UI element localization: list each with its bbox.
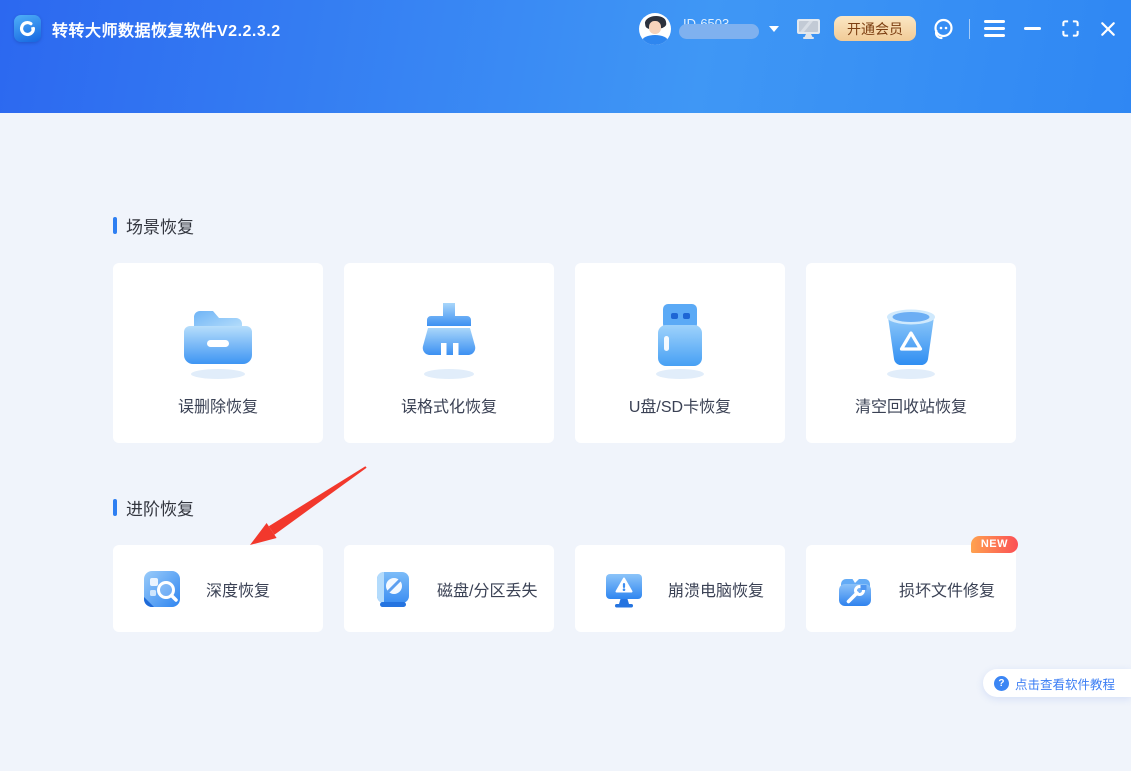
disk-lost-icon <box>377 571 409 607</box>
card-label: 误格式化恢复 <box>400 399 497 416</box>
card-disk-partition-lost[interactable]: 磁盘/分区丢失 <box>344 545 554 632</box>
card-format-recovery[interactable]: 误格式化恢复 <box>344 263 554 443</box>
card-damaged-file-repair[interactable]: NEW 损坏文件修复 <box>806 536 1018 632</box>
file-repair-icon <box>839 578 871 606</box>
app-title: 转转大师数据恢复软件V2.2.3.2 <box>52 22 281 40</box>
card-deleted-recovery[interactable]: 误删除恢复 <box>113 263 323 443</box>
avatar[interactable] <box>639 12 671 45</box>
section-title-text: 场景恢复 <box>126 218 194 237</box>
tutorial-link[interactable]: ? 点击查看软件教程 <box>982 669 1131 697</box>
card-label: 损坏文件修复 <box>899 582 996 600</box>
app-logo-icon <box>14 15 41 42</box>
card-usb-sd-recovery[interactable]: U盘/SD卡恢复 <box>575 263 785 443</box>
card-label: 磁盘/分区丢失 <box>437 582 538 600</box>
advanced-card-row: 深度恢复 磁盘/分区丢失 崩溃电脑恢复 NEW 损坏文件修复 <box>113 536 1018 632</box>
section-accent-bar <box>113 499 117 516</box>
vip-button[interactable]: 开通会员 <box>834 16 916 41</box>
card-label: 误删除恢复 <box>177 399 258 416</box>
scenario-card-row: 误删除恢复 误格式化恢复 U盘/SD卡恢复 清空回收站恢复 <box>113 263 1016 443</box>
crashed-pc-icon <box>606 573 642 607</box>
usb-drive-icon <box>656 304 704 379</box>
id-blur-mask <box>679 23 759 39</box>
minimize-icon[interactable] <box>1024 27 1041 30</box>
question-circle-icon: ? <box>993 675 1009 691</box>
card-crashed-pc-recovery[interactable]: 崩溃电脑恢复 <box>575 545 785 632</box>
new-badge: NEW <box>970 536 1018 553</box>
card-label: 清空回收站恢复 <box>854 399 967 416</box>
headset-support-icon[interactable] <box>931 17 955 41</box>
dropdown-caret-icon[interactable] <box>769 25 779 32</box>
close-icon[interactable] <box>1099 20 1117 38</box>
main-content: 场景恢复 误删除恢复 误格式化恢复 U盘/SD卡恢复 清空回收站恢复 进阶恢复 … <box>113 113 1018 632</box>
folder-icon <box>184 311 252 379</box>
recycle-bin-icon <box>887 309 935 379</box>
card-label: U盘/SD卡恢复 <box>628 399 732 416</box>
section-accent-bar <box>113 217 117 234</box>
card-recycle-bin-recovery[interactable]: 清空回收站恢复 <box>806 263 1016 443</box>
hamburger-menu-icon[interactable] <box>984 20 1005 37</box>
deep-scan-icon <box>144 570 180 607</box>
header-bar: 转转大师数据恢复软件V2.2.3.2 ID-6503 开通会员 <box>0 0 1131 113</box>
monitor-icon[interactable] <box>796 17 821 40</box>
card-label: 深度恢复 <box>206 582 271 600</box>
card-deep-recovery[interactable]: 深度恢复 <box>113 545 323 632</box>
user-id-redacted: ID-6503 <box>679 16 761 39</box>
tutorial-label: 点击查看软件教程 <box>1014 677 1115 692</box>
titlebar: 转转大师数据恢复软件V2.2.3.2 ID-6503 开通会员 <box>0 0 1131 57</box>
section-title-advanced: 进阶恢复 <box>113 495 1016 520</box>
section-title-scenario: 场景恢复 <box>113 213 1016 238</box>
titlebar-divider <box>969 18 970 39</box>
section-title-text: 进阶恢复 <box>126 500 194 519</box>
card-label: 崩溃电脑恢复 <box>668 582 765 600</box>
broom-icon <box>422 303 476 379</box>
maximize-icon[interactable] <box>1061 19 1080 38</box>
